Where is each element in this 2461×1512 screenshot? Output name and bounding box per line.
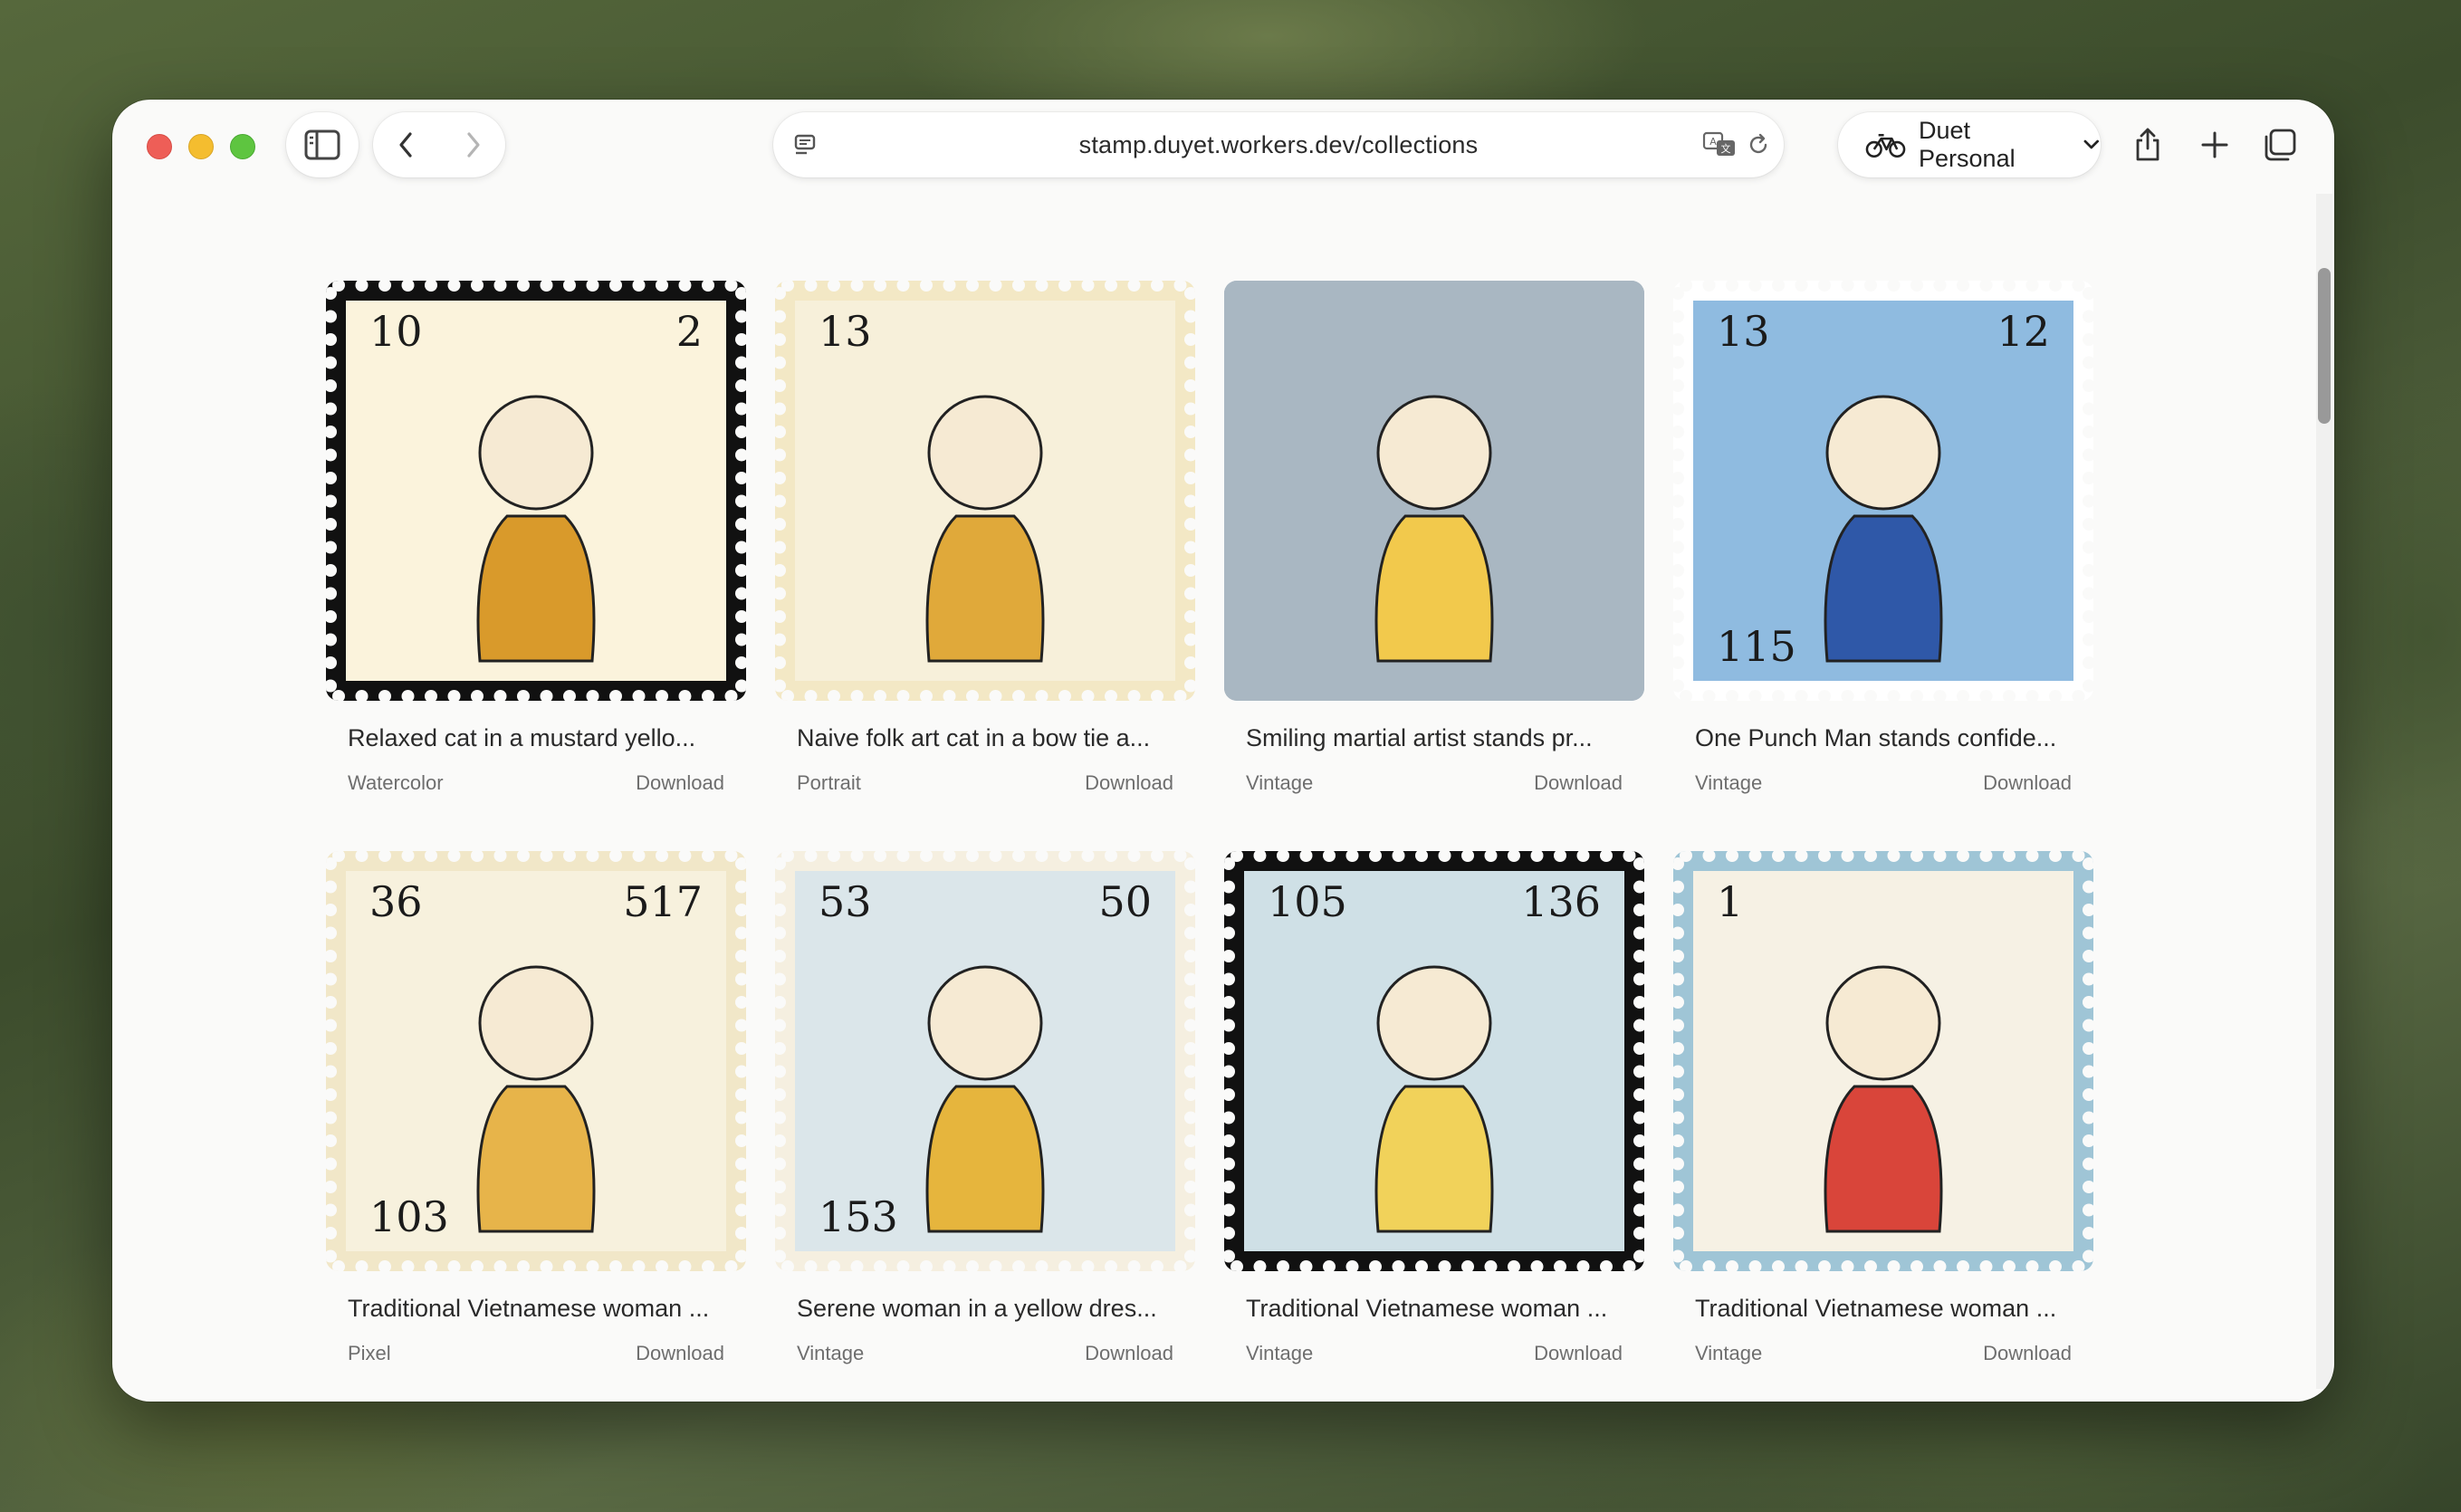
stamp-number: 13 [1717, 307, 1770, 356]
collection-title[interactable]: Traditional Vietnamese woman ... [1695, 1295, 2075, 1323]
sidebar-icon [304, 129, 340, 160]
collection-title[interactable]: Traditional Vietnamese woman ... [1246, 1295, 1626, 1323]
stamp-number: 12 [1997, 307, 2050, 356]
tabs-icon [2265, 129, 2296, 161]
collection-title[interactable]: One Punch Man stands confide... [1695, 724, 2075, 752]
stamp-number: 2 [676, 307, 703, 356]
reload-icon[interactable] [1746, 132, 1771, 158]
style-tag: Portrait [797, 771, 861, 794]
collection-title[interactable]: Traditional Vietnamese woman ... [348, 1295, 728, 1323]
download-link[interactable]: Download [1085, 1342, 1173, 1365]
download-link[interactable]: Download [1983, 1342, 2072, 1365]
stamp-number: 50 [1098, 877, 1152, 926]
stamp-number: 53 [819, 877, 872, 926]
stamp-image[interactable]: 36 517 103 [326, 851, 746, 1271]
stamp-image[interactable]: 10 2 [326, 281, 746, 701]
style-tag: Vintage [1246, 771, 1314, 794]
scrollbar-thumb[interactable] [2318, 268, 2331, 424]
chevron-left-icon [398, 132, 412, 158]
collection-title[interactable]: Relaxed cat in a mustard yello... [348, 724, 728, 752]
stamp-image[interactable]: 13 [775, 281, 1195, 701]
forward-button[interactable] [439, 112, 505, 177]
stamp-image[interactable]: 53 50 153 [775, 851, 1195, 1271]
stamp-number: 136 [1521, 877, 1601, 926]
page-content: 10 2 Relaxed cat in a mustard yello... Wate… [112, 194, 2334, 1402]
stamp-number: 1 [1717, 877, 1743, 926]
new-tab-button[interactable] [2197, 127, 2233, 163]
style-tag: Vintage [1695, 1342, 1763, 1364]
translate-icon[interactable]: A 文 [1702, 130, 1738, 159]
browser-toolbar: stamp.duyet.workers.dev/collections A 文 [112, 100, 2334, 194]
share-icon [2136, 128, 2159, 161]
stamp-image[interactable]: 13 12 115 [1673, 281, 2093, 701]
zoom-window-button[interactable] [230, 134, 255, 159]
download-link[interactable]: Download [636, 771, 724, 795]
download-link[interactable]: Download [1534, 1342, 1623, 1365]
stamp-number: 13 [819, 307, 872, 356]
back-button[interactable] [373, 112, 439, 177]
svg-text:A: A [1709, 136, 1717, 148]
chevron-down-icon [2084, 139, 2100, 149]
minimize-window-button[interactable] [188, 134, 214, 159]
download-link[interactable]: Download [636, 1342, 724, 1365]
stamp-number: 115 [1717, 622, 1796, 671]
stamp-number: 153 [819, 1192, 898, 1241]
url-text[interactable]: stamp.duyet.workers.dev/collections [773, 112, 1784, 177]
stamp-number: 517 [623, 877, 703, 926]
style-tag: Watercolor [348, 771, 444, 794]
navigation-buttons [373, 112, 505, 177]
download-link[interactable]: Download [1085, 771, 1173, 795]
stamp-number: 105 [1268, 877, 1347, 926]
browser-window: stamp.duyet.workers.dev/collections A 文 [112, 100, 2334, 1402]
chevron-right-icon [466, 132, 480, 158]
collection-title[interactable]: Serene woman in a yellow dres... [797, 1295, 1177, 1323]
stamp-image[interactable] [1224, 281, 1644, 701]
plus-icon [2201, 131, 2228, 158]
style-tag: Pixel [348, 1342, 391, 1364]
close-window-button[interactable] [147, 134, 172, 159]
profile-switcher[interactable]: Duet Personal [1838, 112, 2101, 177]
collection-title[interactable]: Smiling martial artist stands pr... [1246, 724, 1626, 752]
address-bar[interactable]: stamp.duyet.workers.dev/collections A 文 [773, 112, 1784, 177]
svg-text:文: 文 [1721, 142, 1731, 155]
stamp-number: 36 [369, 877, 423, 926]
download-link[interactable]: Download [1983, 771, 2072, 795]
style-tag: Vintage [1695, 771, 1763, 794]
bicycle-icon [1865, 133, 1906, 158]
style-tag: Vintage [1246, 1342, 1314, 1364]
collection-title[interactable]: Naive folk art cat in a bow tie a... [797, 724, 1177, 752]
tab-overview-button[interactable] [2262, 127, 2298, 163]
style-tag: Vintage [797, 1342, 865, 1364]
stamp-image[interactable]: 1 [1673, 851, 2093, 1271]
stamp-number: 10 [369, 307, 423, 356]
stamp-image[interactable]: 105 136 [1224, 851, 1644, 1271]
share-button[interactable] [2130, 127, 2166, 163]
sidebar-toggle-button[interactable] [286, 112, 359, 177]
stamp-number: 103 [369, 1192, 449, 1241]
profile-name: Duet Personal [1919, 117, 2016, 172]
download-link[interactable]: Download [1534, 771, 1623, 795]
